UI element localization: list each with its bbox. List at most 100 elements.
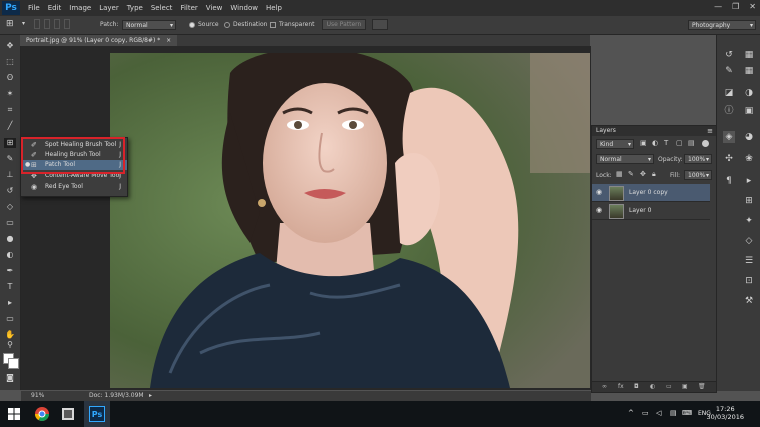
eraser-tool-icon[interactable]: ◇ — [4, 202, 16, 212]
eyedropper-tool-icon[interactable]: ╱ — [4, 121, 16, 131]
mode-intersect-selection-icon[interactable] — [64, 19, 70, 29]
doc-info[interactable]: Doc: 1.93M/3.09M — [89, 391, 144, 401]
move-tool-icon[interactable]: ✥ — [4, 41, 16, 51]
menu-edit[interactable]: Edit — [48, 4, 62, 12]
styles-panel-icon[interactable]: ▣ — [743, 105, 755, 117]
quick-mask-icon[interactable]: ◙ — [4, 373, 16, 383]
new-layer-icon[interactable]: ▣ — [682, 383, 688, 390]
channels-panel-icon[interactable]: ◕ — [743, 131, 755, 143]
menu-file[interactable]: File — [28, 4, 40, 12]
pen-tool-icon[interactable]: ✒ — [4, 266, 16, 276]
clone-stamp-tool-icon[interactable]: ⊥ — [4, 170, 16, 180]
color-panel-icon[interactable]: ▦ — [743, 49, 755, 61]
keyboard-icon[interactable]: ⌨ — [682, 409, 692, 417]
opacity-input[interactable]: 100% — [684, 154, 712, 165]
menu-image[interactable]: Image — [69, 4, 91, 12]
type-tool-icon[interactable]: T — [4, 282, 16, 292]
crop-tool-icon[interactable]: ⌗ — [4, 105, 16, 115]
use-pattern-button[interactable]: Use Pattern — [322, 19, 366, 30]
mode-subtract-selection-icon[interactable] — [54, 19, 60, 29]
info-panel-icon[interactable]: ⓘ — [723, 105, 735, 117]
windows-start-icon[interactable] — [6, 406, 22, 422]
add-mask-icon[interactable]: ◘ — [634, 383, 639, 390]
layer-row-layer-0[interactable]: ◉ Layer 0 — [592, 202, 710, 220]
layer-filter-select[interactable]: Kind — [596, 139, 634, 150]
lock-all-icon[interactable]: 🔒︎ — [652, 170, 656, 179]
zoom-level[interactable]: 91% — [31, 391, 44, 401]
menu-select[interactable]: Select — [151, 4, 173, 12]
timeline-panel-icon[interactable]: ⊞ — [743, 195, 755, 207]
source-radio[interactable] — [189, 22, 195, 28]
swatches-panel-icon[interactable]: ▦ — [743, 65, 755, 77]
transparent-checkbox[interactable] — [270, 22, 276, 28]
menu-view[interactable]: View — [206, 4, 223, 12]
menu-help[interactable]: Help — [266, 4, 282, 12]
marquee-tool-icon[interactable]: ⬚ — [4, 57, 16, 67]
show-hidden-icons-icon[interactable]: ^ — [628, 409, 634, 417]
menu-type[interactable]: Type — [127, 4, 143, 12]
lock-transparency-icon[interactable]: ▦ — [616, 170, 623, 178]
clone-source-panel-icon[interactable]: ⊡ — [743, 275, 755, 287]
status-arrow-icon[interactable]: ▸ — [149, 391, 152, 401]
lasso-tool-icon[interactable]: ʘ — [4, 73, 16, 83]
link-layers-icon[interactable]: ∞ — [602, 383, 607, 390]
patch-tool-icon[interactable]: ⊞ — [4, 138, 16, 148]
tool-preset-arrow-icon[interactable]: ▾ — [22, 20, 25, 27]
close-icon[interactable]: ✕ — [749, 2, 756, 11]
workspace-select[interactable]: Photography — [688, 20, 756, 31]
delete-layer-icon[interactable]: 🗑︎ — [698, 383, 706, 390]
blur-tool-icon[interactable]: ● — [4, 234, 16, 244]
network-icon[interactable]: ▭ — [642, 409, 649, 417]
layers-tab[interactable]: Layers — [596, 126, 616, 136]
filter-toggle-icon[interactable] — [702, 140, 709, 147]
menu-layer[interactable]: Layer — [99, 4, 119, 12]
tab-close-icon[interactable]: × — [166, 37, 171, 44]
adjustments-panel-icon[interactable]: ◑ — [743, 87, 755, 99]
photoshop-taskbar-button[interactable]: Ps — [84, 401, 110, 427]
maximize-icon[interactable]: ❐ — [732, 2, 739, 11]
gradient-tool-icon[interactable]: ▭ — [4, 218, 16, 228]
layer-row-layer-0-copy[interactable]: ◉ Layer 0 copy — [592, 184, 710, 202]
flyout-item-red-eye[interactable]: ◉ Red Eye Tool J — [21, 182, 127, 192]
paragraph-panel-icon[interactable]: ¶ — [723, 175, 735, 187]
paths-panel-icon[interactable]: ✣ — [723, 153, 735, 165]
tool-presets-panel-icon[interactable]: ⚒ — [743, 295, 755, 307]
volume-icon[interactable]: ◁ — [656, 409, 661, 417]
magic-wand-tool-icon[interactable]: ✶ — [4, 89, 16, 99]
dodge-tool-icon[interactable]: ◐ — [4, 250, 16, 260]
menu-filter[interactable]: Filter — [180, 4, 197, 12]
minimize-icon[interactable]: — — [714, 2, 722, 11]
adjustment-layer-icon[interactable]: ◐ — [650, 383, 655, 390]
mode-add-selection-icon[interactable] — [44, 19, 50, 29]
notes-panel-icon[interactable]: ✦ — [743, 215, 755, 227]
filter-type-icon[interactable]: T — [664, 139, 668, 147]
history-panel-icon[interactable]: ↺ — [723, 49, 735, 61]
layers-panel-icon[interactable]: ◈ — [723, 131, 735, 143]
filter-shape-icon[interactable]: ▢ — [676, 139, 683, 147]
path-selection-tool-icon[interactable]: ▸ — [4, 298, 16, 308]
properties-panel-icon[interactable]: ◪ — [723, 87, 735, 99]
visibility-eye-icon[interactable]: ◉ — [596, 184, 602, 201]
shape-tool-icon[interactable]: ▭ — [4, 314, 16, 324]
fill-input[interactable]: 100% — [684, 170, 712, 181]
patch-mode-select[interactable]: Normal — [122, 20, 176, 31]
actions-panel-icon[interactable]: ▸ — [743, 175, 755, 187]
hand-tool-icon[interactable]: ✋ — [4, 330, 16, 340]
character-panel-icon[interactable]: ❀ — [743, 153, 755, 165]
blend-mode-select[interactable]: Normal — [596, 154, 654, 165]
3d-panel-icon[interactable]: ◇ — [743, 235, 755, 247]
measurement-panel-icon[interactable]: ☰ — [743, 255, 755, 267]
filter-pixel-icon[interactable]: ▣ — [640, 139, 647, 147]
brush-tool-icon[interactable]: ✎ — [4, 154, 16, 164]
portrait-photo[interactable] — [110, 53, 590, 388]
chrome-icon[interactable] — [34, 406, 50, 422]
lock-image-icon[interactable]: ✎ — [628, 170, 634, 178]
history-brush-tool-icon[interactable]: ↺ — [4, 186, 16, 196]
brush-panel-icon[interactable]: ✎ — [723, 65, 735, 77]
destination-radio[interactable] — [224, 22, 230, 28]
background-color-swatch[interactable] — [8, 358, 19, 369]
document-tab[interactable]: Portrait.jpg @ 91% (Layer 0 copy, RGB/8#… — [20, 35, 178, 46]
panel-menu-icon[interactable]: ≡ — [707, 126, 713, 136]
menu-window[interactable]: Window — [230, 4, 258, 12]
action-center-icon[interactable]: ▤ — [670, 409, 677, 417]
